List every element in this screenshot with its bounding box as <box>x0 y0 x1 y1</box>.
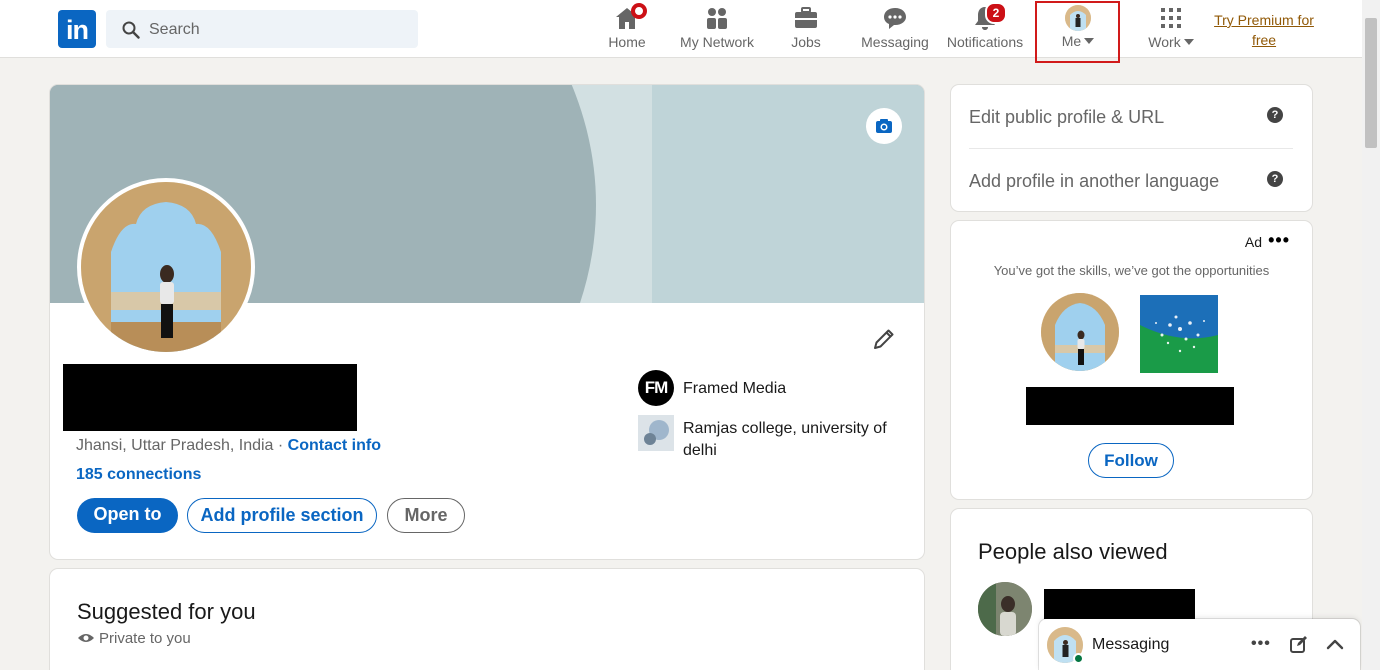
profile-photo[interactable] <box>77 178 255 356</box>
message-icon <box>884 8 906 29</box>
edit-profile-button[interactable] <box>870 325 898 353</box>
connections-link[interactable]: 185 connections <box>76 466 201 484</box>
nav-my-network-label: My Network <box>680 34 754 50</box>
camera-icon <box>876 119 892 133</box>
compose-icon[interactable] <box>1288 633 1310 655</box>
chevron-down-icon <box>1084 38 1095 44</box>
home-notification-dot <box>631 3 647 19</box>
company-logo[interactable]: FM <box>638 370 674 406</box>
nav-my-network[interactable]: My Network <box>678 4 756 50</box>
follow-button[interactable]: Follow <box>1088 443 1174 478</box>
location-separator: · <box>277 437 284 454</box>
search-icon <box>122 21 140 39</box>
divider <box>969 148 1293 149</box>
nav-home-label: Home <box>608 34 646 50</box>
try-premium-link[interactable]: Try Premium for free <box>1212 10 1316 50</box>
ad-user-photo-image <box>1041 293 1119 371</box>
person-name-redacted <box>1044 589 1195 619</box>
help-icon[interactable]: ? <box>1267 171 1283 187</box>
advertiser-logo[interactable] <box>1140 295 1218 373</box>
nav-notifications[interactable]: 2 Notifications <box>945 2 1025 50</box>
nav-work[interactable]: Work <box>1142 4 1200 50</box>
nav-messaging[interactable]: Messaging <box>860 4 930 50</box>
nav-me[interactable]: Me <box>1052 4 1104 49</box>
ad-tagline: You’ve got the skills, we’ve got the opp… <box>993 263 1270 278</box>
notifications-badge: 2 <box>985 2 1007 24</box>
people-also-viewed-title: People also viewed <box>978 539 1168 564</box>
location-text: Jhansi, Uttar Pradesh, India <box>76 437 274 454</box>
nav-jobs[interactable]: Jobs <box>789 4 823 50</box>
ad-menu-icon[interactable]: ••• <box>1268 230 1290 251</box>
me-avatar <box>1065 5 1091 31</box>
briefcase-icon <box>795 7 817 28</box>
edit-banner-button[interactable] <box>866 108 902 144</box>
linkedin-logo[interactable]: in <box>58 10 96 48</box>
profile-name-redacted <box>63 364 357 431</box>
advertiser-logo-image <box>1140 295 1218 373</box>
nav-jobs-label: Jobs <box>791 34 821 50</box>
open-to-button[interactable]: Open to <box>77 498 178 533</box>
nav-notifications-label: Notifications <box>946 34 1024 50</box>
advertiser-name-redacted <box>1026 387 1234 425</box>
ad-label: Ad <box>1244 234 1262 250</box>
profile-card: Jhansi, Uttar Pradesh, India · Contact i… <box>50 85 924 559</box>
premium-line-1: Try Premium for <box>1214 12 1314 28</box>
messaging-bar[interactable]: Messaging ••• <box>1039 619 1360 670</box>
contact-info-link[interactable]: Contact info <box>288 437 381 454</box>
current-company[interactable]: Framed Media <box>683 380 786 398</box>
nav-home[interactable]: Home <box>606 3 648 50</box>
nav-work-label: Work <box>1142 34 1200 50</box>
help-icon[interactable]: ? <box>1267 107 1283 123</box>
nav-messaging-label: Messaging <box>861 34 929 50</box>
privacy-note: Private to you <box>77 630 191 647</box>
top-nav: in Search Home My Network Jobs Messaging… <box>0 0 1362 63</box>
search-input[interactable]: Search <box>149 21 200 39</box>
profile-photo-image <box>81 182 251 352</box>
scrollbar-thumb[interactable] <box>1365 18 1377 148</box>
online-status-dot <box>1073 653 1084 664</box>
avatar-photo <box>1065 5 1091 31</box>
add-profile-section-button[interactable]: Add profile section <box>187 498 377 533</box>
profile-location: Jhansi, Uttar Pradesh, India · Contact i… <box>76 437 381 455</box>
pencil-icon <box>874 329 894 349</box>
chevron-down-icon <box>1183 39 1194 45</box>
messaging-more-icon[interactable]: ••• <box>1251 633 1273 655</box>
ad-card: Ad ••• You’ve got the skills, we’ve got … <box>951 221 1312 499</box>
person-avatar[interactable] <box>978 582 1032 636</box>
more-button[interactable]: More <box>387 498 465 533</box>
chevron-up-icon[interactable] <box>1324 633 1346 655</box>
ad-user-photo <box>1041 293 1119 371</box>
page-scrollbar[interactable] <box>1362 0 1380 670</box>
suggested-title: Suggested for you <box>77 599 256 624</box>
messaging-label: Messaging <box>1092 636 1170 653</box>
suggested-card: Suggested for you Private to you <box>50 569 924 670</box>
school-logo[interactable] <box>638 415 674 451</box>
school-logo-image <box>644 420 669 445</box>
education-school[interactable]: Ramjas college, university of delhi <box>683 418 903 462</box>
network-icon <box>707 8 727 29</box>
nav-me-label: Me <box>1052 33 1104 49</box>
profile-settings-card: Edit public profile & URL ? Add profile … <box>951 85 1312 211</box>
grid-icon <box>1161 8 1181 28</box>
add-language-link[interactable]: Add profile in another language <box>969 171 1219 192</box>
privacy-text: Private to you <box>99 630 191 647</box>
edit-public-profile-link[interactable]: Edit public profile & URL <box>969 107 1164 128</box>
eye-icon <box>78 634 94 642</box>
person-avatar-image <box>978 582 1032 636</box>
search-box[interactable]: Search <box>106 10 418 48</box>
premium-line-2: free <box>1251 32 1277 48</box>
